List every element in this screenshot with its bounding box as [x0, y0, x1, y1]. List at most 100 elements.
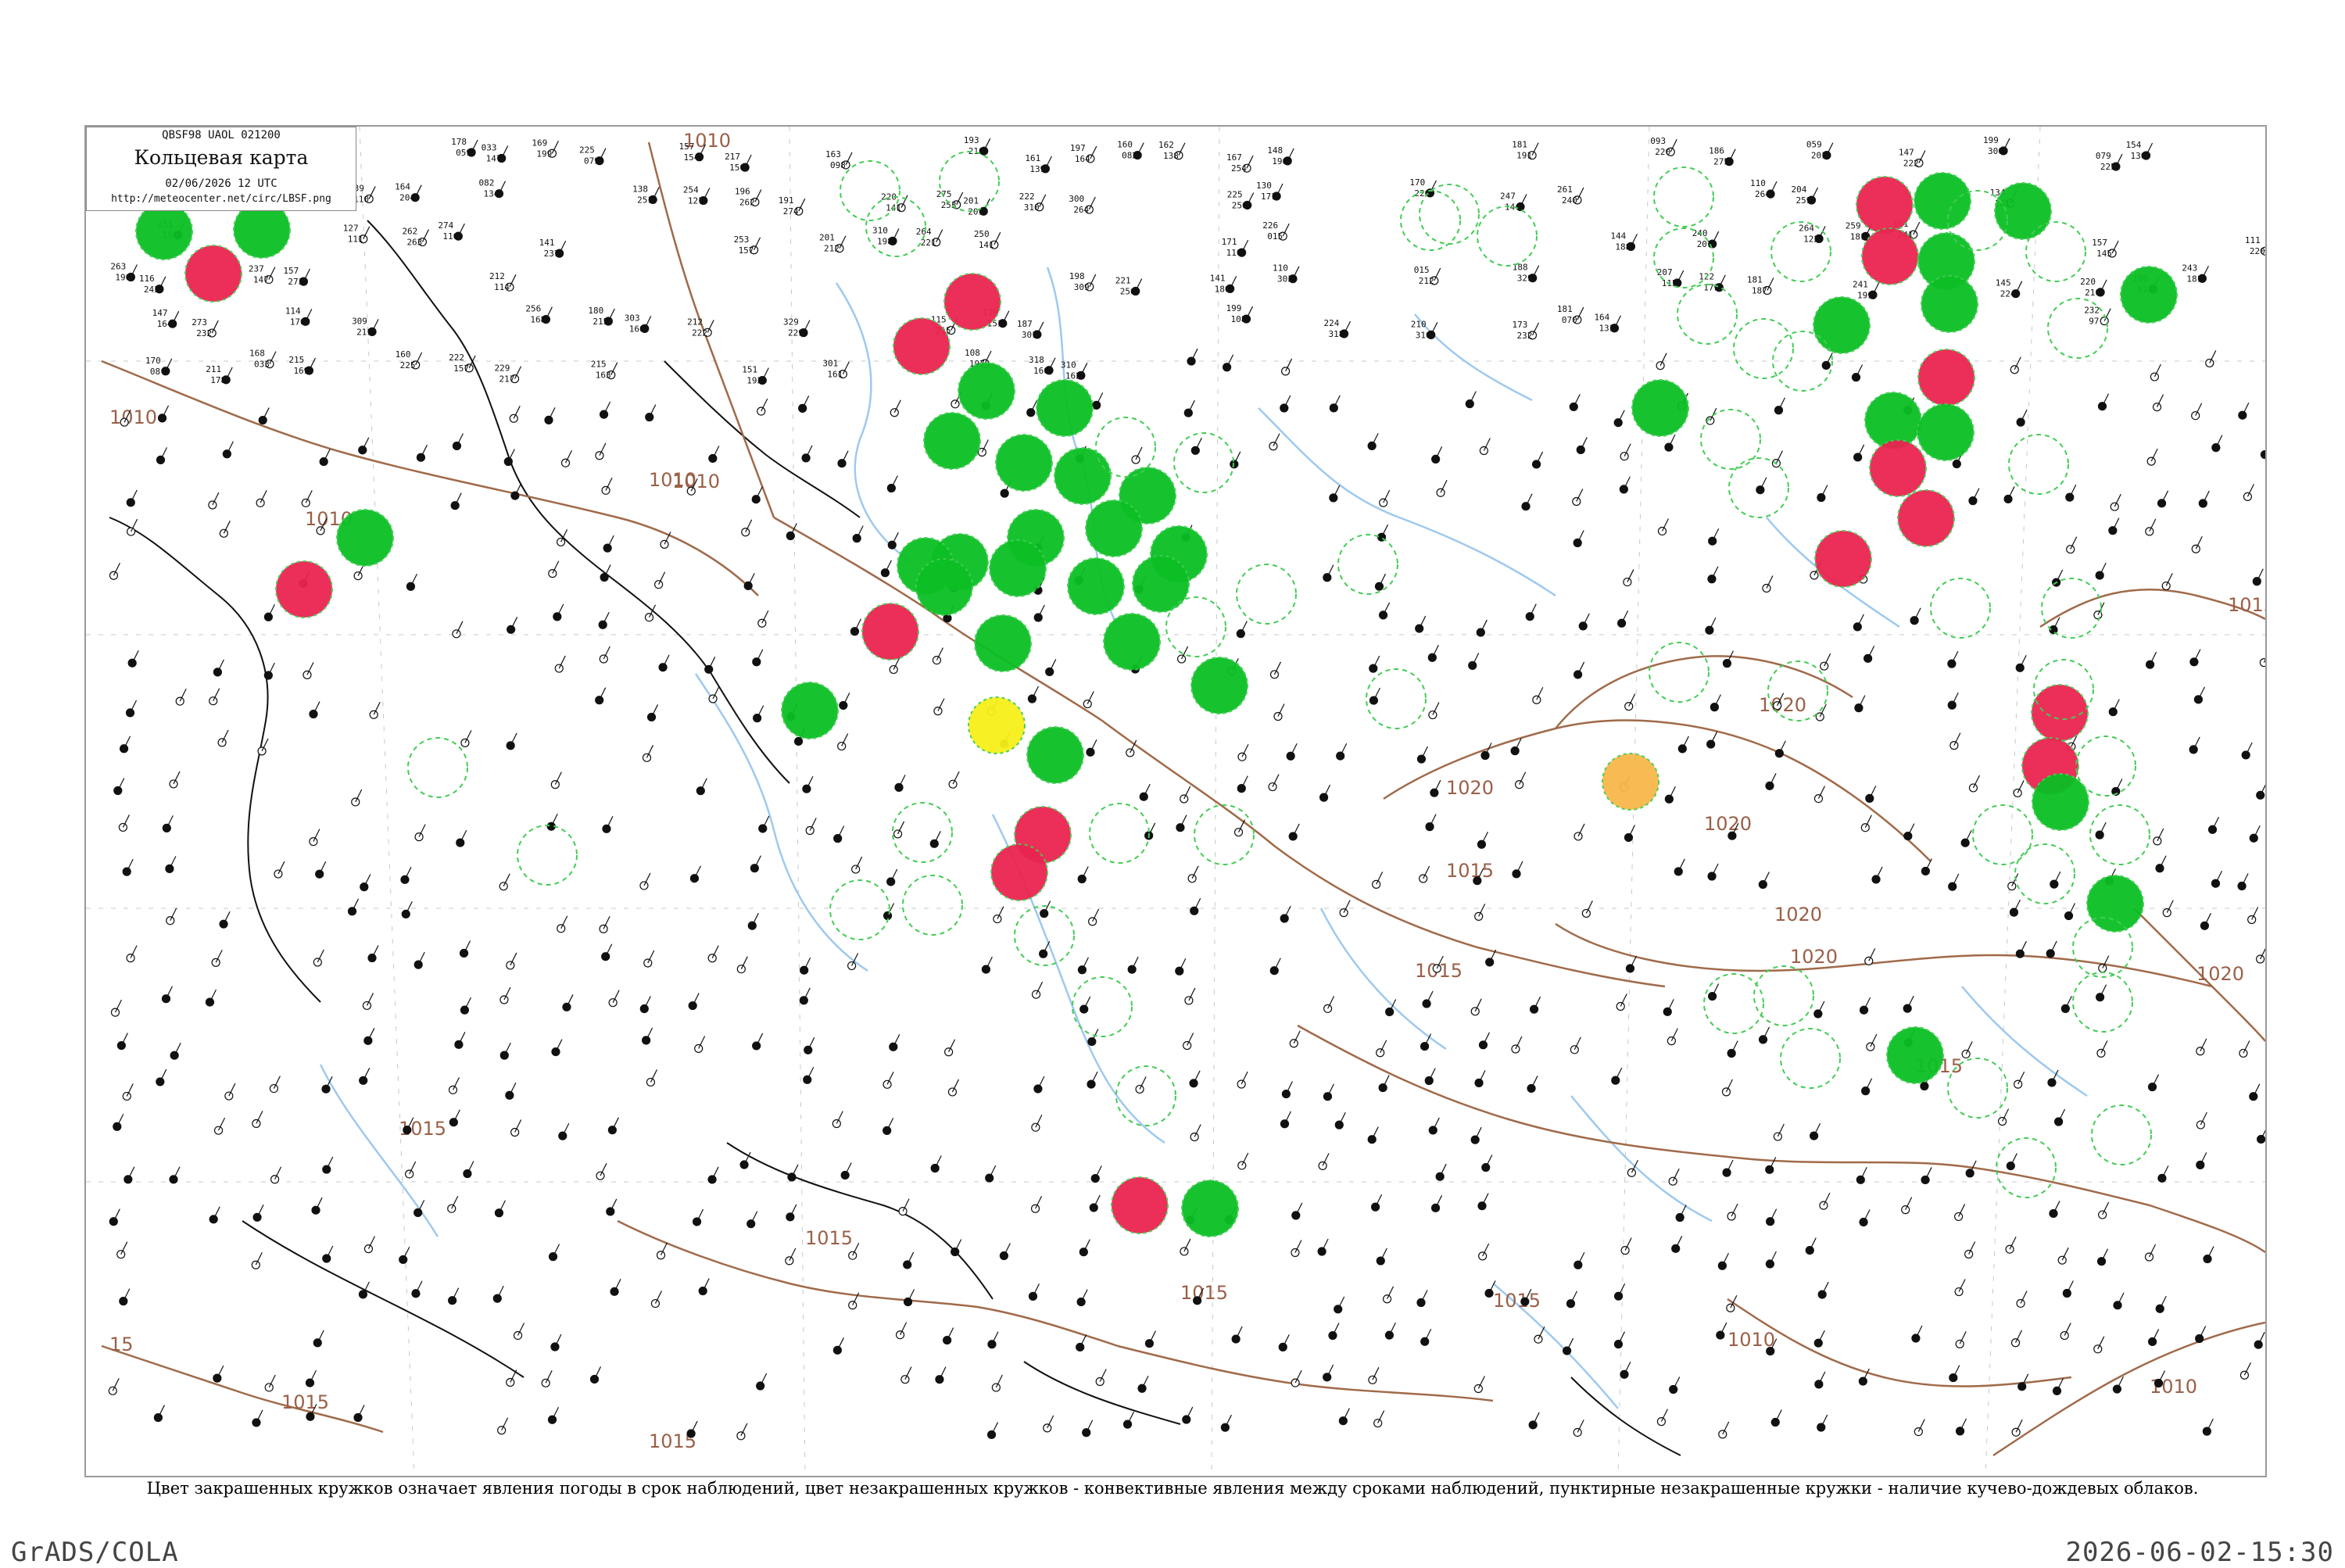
- station-plot: [832, 1111, 843, 1127]
- station-value: 127: [688, 196, 704, 206]
- station-value: 180: [1215, 284, 1230, 294]
- station-plot: [2067, 537, 2077, 553]
- station-plot: [252, 1252, 262, 1269]
- station-plot: [209, 492, 219, 509]
- station-plot: [1000, 1244, 1010, 1260]
- station-plot: [551, 772, 561, 789]
- station-plot: [1180, 786, 1190, 803]
- station-plot: [1096, 1369, 1106, 1385]
- station-plot: [838, 451, 848, 467]
- station-plot: [737, 1423, 747, 1440]
- station-value: 250: [1232, 200, 1248, 210]
- station-plot: [1237, 776, 1248, 793]
- station-plot: [1128, 957, 1138, 973]
- station-value: 273: [288, 277, 303, 287]
- station-plot: [747, 1212, 757, 1228]
- station-plot: [951, 1239, 961, 1255]
- station-marker: [123, 868, 131, 875]
- station-plot: [646, 1069, 657, 1086]
- station-value: 240: [1562, 195, 1577, 206]
- station-plot: [406, 574, 417, 590]
- station-plot: [1723, 1160, 1733, 1176]
- station-plot: [2050, 1201, 2060, 1217]
- station-plot: [1369, 688, 1380, 704]
- station-plot: [1570, 394, 1580, 410]
- red-phenomenon-circle: [991, 844, 1047, 900]
- station-plot: [883, 1072, 893, 1088]
- station-plot: [2007, 1154, 2017, 1170]
- station-plot: [1948, 693, 1958, 709]
- green-phenomenon-circle: [958, 363, 1015, 419]
- station-plot: [894, 822, 904, 838]
- station-plot: [109, 563, 120, 579]
- station-marker: [1728, 832, 1736, 839]
- station-plot: 163098: [825, 149, 852, 170]
- station-marker: [1670, 1386, 1677, 1394]
- station-value: 199: [1983, 135, 1999, 145]
- station-value: 110: [1750, 178, 1766, 188]
- station-plot: [507, 733, 517, 750]
- station-plot: 310162: [1061, 360, 1087, 381]
- station-plot: 256168: [525, 304, 552, 325]
- station-plot: 215163: [591, 360, 618, 381]
- station-plot: 247144: [1500, 191, 1527, 212]
- station-plot: 273232: [192, 317, 218, 338]
- station-plot: [1723, 651, 1733, 668]
- station-plot: [1955, 1280, 1965, 1296]
- station-value: 110: [1226, 248, 1242, 258]
- station-value: 127: [343, 224, 359, 234]
- station-plot: 141180: [1210, 273, 1237, 294]
- station-marker: [2153, 837, 2161, 845]
- station-plot: 187301: [1017, 319, 1044, 340]
- station-plot: [759, 816, 769, 832]
- station-plot: [2063, 1281, 2073, 1298]
- red-phenomenon-circle: [276, 561, 332, 618]
- synoptic-map: 1010 1010 1010 1010 1015 1015 1020 1020 …: [86, 127, 2265, 1476]
- station-value: 262: [739, 197, 755, 207]
- station-plot: 160225: [396, 349, 422, 371]
- station-value: 253: [734, 234, 750, 245]
- station-plot: [1091, 1166, 1101, 1183]
- station-plot: [644, 950, 654, 967]
- station-marker: [460, 1006, 468, 1014]
- station-value: 178: [210, 375, 226, 385]
- station-plot: [800, 958, 811, 974]
- station-plot: [591, 1366, 601, 1383]
- station-plot: [1921, 858, 1931, 875]
- station-plot: [2094, 603, 2104, 619]
- station-plot: [1324, 996, 1334, 1012]
- station-plot: [1961, 830, 1971, 847]
- isobar-label: 1010: [109, 406, 157, 428]
- station-plot: [2149, 1075, 2159, 1091]
- station-plot: [986, 1165, 996, 1182]
- station-value: 157: [679, 141, 695, 152]
- station-plot: [705, 657, 715, 673]
- station-value: 193: [746, 376, 762, 386]
- station-plot: [1965, 1242, 1975, 1258]
- station-plot: [1956, 1331, 1966, 1348]
- station-plot: 181070: [1557, 304, 1584, 325]
- station-value: 232: [1517, 331, 1533, 341]
- station-plot: [124, 1167, 134, 1183]
- station-plot: [848, 954, 858, 970]
- source-url[interactable]: http://meteocenter.net/circ/LBSF.png: [87, 193, 356, 205]
- cumulonimbus-circle: [1174, 433, 1233, 492]
- station-plot: [1957, 1419, 1967, 1435]
- station-plot: [2257, 947, 2265, 963]
- map-title: Кольцевая карта: [87, 146, 356, 169]
- station-plot: [931, 1155, 941, 1172]
- isobar-label: 1015: [1180, 1282, 1228, 1304]
- station-value: 082: [1122, 151, 1137, 161]
- station-marker: [209, 1215, 217, 1223]
- station-plot: 222310: [1019, 192, 1046, 213]
- station-plot: [890, 400, 900, 417]
- station-plot: 197164: [1070, 143, 1097, 164]
- station-value: 273: [192, 317, 207, 328]
- station-plot: [1223, 355, 1233, 371]
- station-plot: [406, 1162, 416, 1178]
- station-marker: [596, 452, 603, 460]
- station-plot: [1717, 1323, 1727, 1339]
- isobar-label: 1020: [2196, 963, 2244, 985]
- station-marker: [504, 457, 512, 465]
- station-plot: 154130: [2126, 140, 2153, 161]
